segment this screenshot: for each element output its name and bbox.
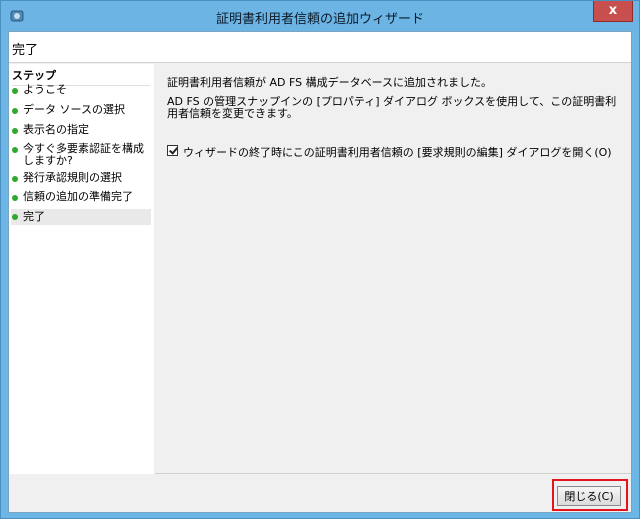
step-label: 表示名の指定 — [23, 123, 89, 136]
title-bar: 証明書利用者信頼の追加ウィザード x — [1, 1, 639, 31]
step-label: ようこそ — [23, 83, 67, 96]
open-claim-rules-label[interactable]: ウィザードの終了時にこの証明書利用者信頼の [要求規則の編集] ダイアログを開く… — [183, 144, 612, 160]
step-label: 完了 — [23, 210, 45, 223]
step-status-icon — [12, 176, 18, 182]
step-label: 今すぐ多要素認証を構成しますか? — [23, 142, 144, 167]
wizard-client-area: 完了 ステップ ようこそ データ ソースの選択 表示名の指定 今すぐ多要素認証を… — [8, 31, 632, 513]
step-item-finish[interactable]: 完了 — [11, 209, 151, 225]
step-status-icon — [12, 195, 18, 201]
step-status-icon — [12, 88, 18, 94]
step-status-icon — [12, 108, 18, 114]
step-label: 信頼の追加の準備完了 — [23, 190, 133, 203]
info-message: AD FS の管理スナップインの [プロパティ] ダイアログ ボックスを使用して… — [167, 95, 617, 120]
window-close-button[interactable]: x — [593, 1, 633, 22]
steps-panel: ステップ ようこそ データ ソースの選択 表示名の指定 今すぐ多要素認証を構成し… — [9, 64, 154, 512]
page-header: 完了 — [9, 32, 631, 63]
steps-panel-footer — [9, 474, 154, 512]
window-title: 証明書利用者信頼の追加ウィザード — [215, 12, 424, 27]
content-area: 証明書利用者信頼が AD FS 構成データベースに追加されました。 AD FS … — [155, 64, 631, 472]
step-label: データ ソースの選択 — [23, 103, 125, 116]
open-claim-rules-checkbox[interactable] — [167, 145, 178, 156]
success-message: 証明書利用者信頼が AD FS 構成データベースに追加されました。 — [167, 76, 493, 89]
page-title: 完了 — [12, 43, 39, 58]
step-status-icon — [12, 128, 18, 134]
close-icon: x — [608, 3, 618, 18]
step-label: 発行承認規則の選択 — [23, 171, 122, 184]
wizard-window: 証明書利用者信頼の追加ウィザード x 完了 ステップ ようこそ データ ソースの… — [0, 0, 640, 519]
step-status-icon — [12, 147, 18, 153]
close-button[interactable]: 閉じる(C) — [557, 486, 621, 506]
step-status-icon — [12, 214, 18, 220]
wizard-footer: 閉じる(C) — [155, 473, 631, 512]
